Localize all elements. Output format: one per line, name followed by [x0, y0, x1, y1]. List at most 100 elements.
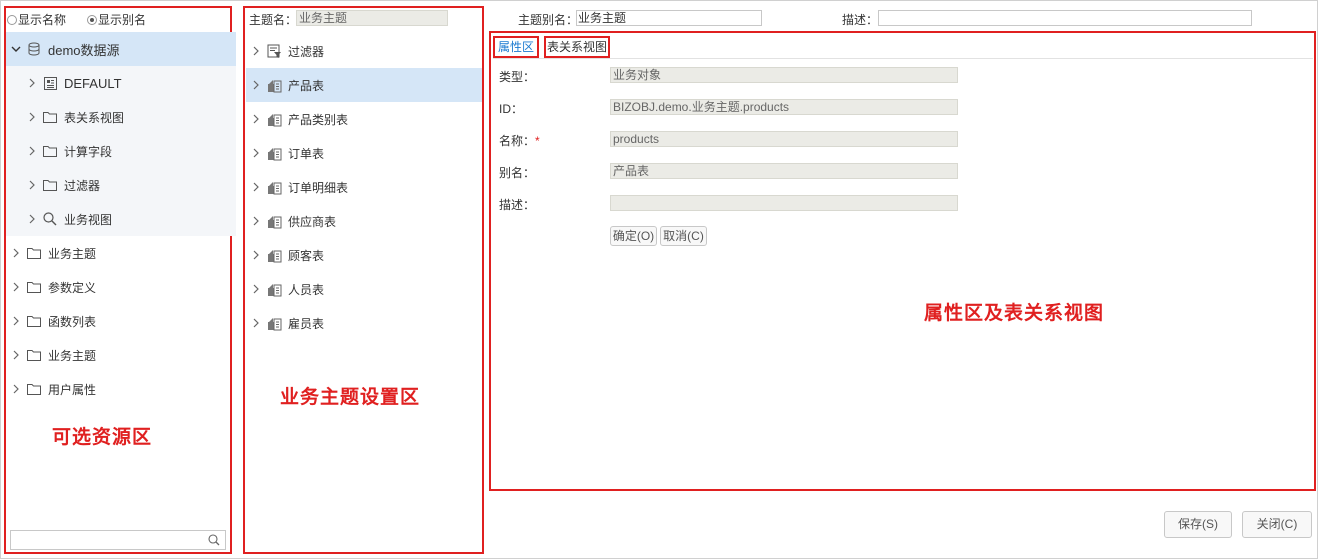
radio-show-name-control[interactable] — [7, 15, 17, 25]
tree-item-filters[interactable]: 过滤器 — [6, 168, 236, 202]
tab-table-relation-view[interactable]: 表关系视图 — [544, 36, 610, 58]
tree-item-parameter-definition[interactable]: 参数定义 — [6, 270, 236, 304]
chevron-right-icon[interactable] — [250, 317, 262, 329]
chevron-right-icon[interactable] — [250, 45, 262, 57]
schema-grid-icon — [42, 75, 58, 91]
folder-icon — [26, 313, 42, 329]
middle-item-label: 订单明细表 — [288, 180, 349, 195]
chevron-right-icon[interactable] — [26, 77, 38, 89]
chevron-right-icon[interactable] — [250, 113, 262, 125]
database-icon — [26, 41, 42, 57]
business-object-icon — [266, 315, 282, 331]
chevron-right-icon[interactable] — [250, 215, 262, 227]
tree-item-label: 过滤器 — [64, 178, 101, 193]
middle-item-label: 产品表 — [288, 78, 325, 93]
description-label: 描述： — [842, 13, 879, 27]
annotation-properties-area: 属性区及表关系视图 — [924, 303, 1105, 324]
radio-show-alias-label: 显示别名 — [98, 13, 147, 27]
tree-item-table-relation-view[interactable]: 表关系视图 — [6, 100, 236, 134]
cancel-button[interactable]: 取消(C) — [660, 226, 707, 246]
tree-item-label: 业务主题 — [48, 246, 97, 261]
radio-show-name[interactable]: 显示名称 — [7, 11, 66, 28]
tree-item-business-view[interactable]: 业务视图 — [6, 202, 236, 236]
chevron-right-icon[interactable] — [26, 111, 38, 123]
tree-item-label: 表关系视图 — [64, 110, 125, 125]
tab-divider — [493, 58, 1313, 59]
radio-show-alias[interactable]: 显示别名 — [87, 11, 146, 28]
folder-icon — [26, 279, 42, 295]
business-object-icon — [266, 179, 282, 195]
tree-item-label: 用户属性 — [48, 382, 97, 397]
chevron-right-icon[interactable] — [26, 213, 38, 225]
middle-item-label: 订单表 — [288, 146, 325, 161]
description-input[interactable] — [878, 10, 1252, 26]
chevron-right-icon[interactable] — [250, 79, 262, 91]
middle-item-filters[interactable]: 过滤器 — [246, 34, 482, 68]
business-object-icon — [266, 145, 282, 161]
tree-item-label: 函数列表 — [48, 314, 97, 329]
search-icon — [42, 211, 58, 227]
middle-item-product-category-table[interactable]: 产品类别表 — [246, 102, 482, 136]
chevron-right-icon[interactable] — [26, 145, 38, 157]
tree-item-label: 参数定义 — [48, 280, 97, 295]
tree-item-function-list[interactable]: 函数列表 — [6, 304, 236, 338]
save-button[interactable]: 保存(S) — [1164, 511, 1232, 538]
radio-show-alias-control[interactable] — [87, 15, 97, 25]
middle-item-label: 过滤器 — [288, 44, 325, 59]
chevron-right-icon[interactable] — [10, 349, 22, 361]
chevron-down-icon[interactable] — [10, 43, 22, 55]
tree-item-default[interactable]: DEFAULT — [6, 66, 236, 100]
desc-field[interactable] — [610, 195, 958, 211]
middle-item-customer-table[interactable]: 顾客表 — [246, 238, 482, 272]
folder-icon — [26, 245, 42, 261]
chevron-right-icon[interactable] — [10, 315, 22, 327]
chevron-right-icon[interactable] — [10, 281, 22, 293]
chevron-right-icon[interactable] — [250, 181, 262, 193]
tree-item-label: 业务视图 — [64, 212, 113, 227]
tree-item-label: demo数据源 — [48, 42, 120, 58]
tree-item-demo-datasource[interactable]: demo数据源 — [6, 32, 236, 66]
chevron-right-icon[interactable] — [10, 383, 22, 395]
tree-item-business-theme-2[interactable]: 业务主题 — [6, 338, 236, 372]
resource-search-input[interactable] — [10, 530, 226, 550]
folder-icon — [26, 347, 42, 363]
name-label: 名称：* — [499, 132, 540, 149]
close-button[interactable]: 关闭(C) — [1242, 511, 1312, 538]
chevron-right-icon[interactable] — [26, 179, 38, 191]
folder-icon — [42, 177, 58, 193]
name-field: products — [610, 131, 958, 147]
middle-item-product-table[interactable]: 产品表 — [246, 68, 482, 102]
chevron-right-icon[interactable] — [250, 283, 262, 295]
middle-item-supplier-table[interactable]: 供应商表 — [246, 204, 482, 238]
alias-label: 别名： — [499, 166, 536, 180]
alias-field[interactable]: 产品表 — [610, 163, 958, 179]
confirm-button[interactable]: 确定(O) — [610, 226, 657, 246]
chevron-right-icon[interactable] — [10, 247, 22, 259]
search-icon[interactable] — [208, 534, 220, 549]
tree-item-label: 计算字段 — [64, 144, 113, 159]
middle-item-order-table[interactable]: 订单表 — [246, 136, 482, 170]
required-marker: * — [535, 134, 540, 148]
type-label: 类型： — [499, 70, 536, 84]
tree-item-user-attributes[interactable]: 用户属性 — [6, 372, 236, 406]
chevron-right-icon[interactable] — [250, 249, 262, 261]
business-object-icon — [266, 247, 282, 263]
id-field: BIZOBJ.demo.业务主题.products — [610, 99, 958, 115]
tab-properties[interactable]: 属性区 — [493, 36, 539, 58]
tree-item-business-theme[interactable]: 业务主题 — [6, 236, 236, 270]
folder-icon — [42, 143, 58, 159]
middle-item-employee-table[interactable]: 雇员表 — [246, 306, 482, 340]
chevron-right-icon[interactable] — [250, 147, 262, 159]
theme-alias-label: 主题别名： — [518, 13, 579, 27]
theme-alias-input[interactable]: 业务主题 — [576, 10, 762, 26]
theme-name-label: 主题名： — [249, 13, 298, 27]
tree-item-label: DEFAULT — [64, 75, 122, 91]
folder-icon — [26, 381, 42, 397]
middle-item-staff-table[interactable]: 人员表 — [246, 272, 482, 306]
tab-properties-label: 属性区 — [497, 40, 534, 54]
business-object-icon — [266, 77, 282, 93]
middle-item-order-detail-table[interactable]: 订单明细表 — [246, 170, 482, 204]
business-object-icon — [266, 213, 282, 229]
middle-item-label: 顾客表 — [288, 248, 325, 263]
tree-item-computed-fields[interactable]: 计算字段 — [6, 134, 236, 168]
